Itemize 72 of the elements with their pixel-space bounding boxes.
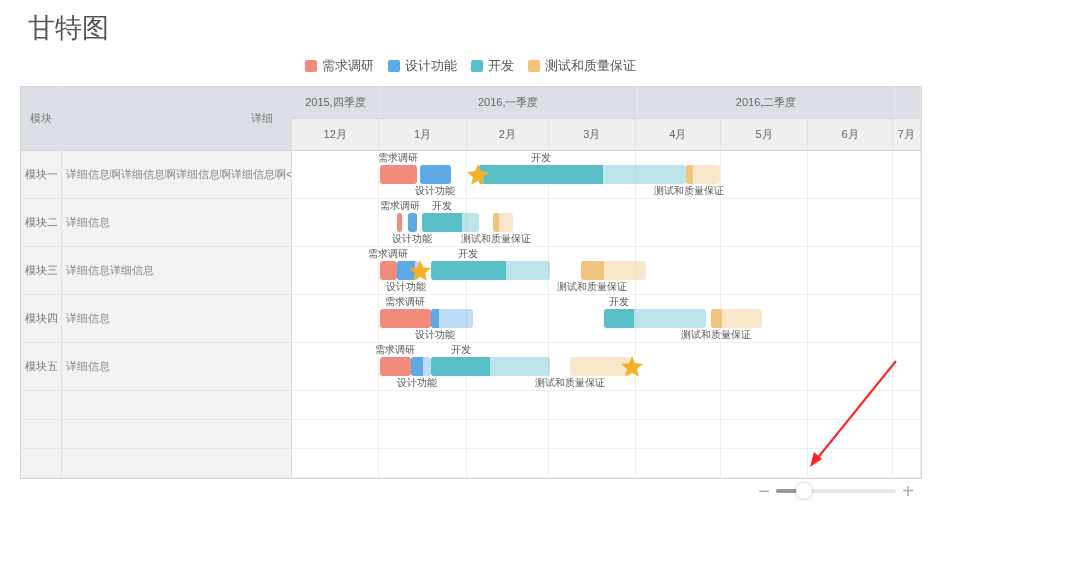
task-bar[interactable] [479,165,686,184]
task-bar[interactable] [430,357,550,376]
bar-label: 开发 [431,200,454,212]
column-header: 模块 [21,87,62,150]
task-bar[interactable] [379,165,417,184]
legend-label[interactable]: 开发 [487,57,514,75]
task-bar[interactable] [379,357,411,376]
bar-label: 设计功能 [414,329,457,341]
table-cell-text: 详细信息 [65,310,111,326]
bar-label: 开发 [530,152,553,164]
task-bar[interactable] [430,309,474,328]
bar-label: 开发 [457,248,480,260]
month-header: 3月 [548,119,637,150]
task-bar[interactable] [569,357,632,376]
bar-label: 需求调研 [367,248,410,260]
month-header: 2月 [466,119,549,150]
bar-label: 测试和质量保证 [653,185,726,197]
task-bar[interactable] [603,309,706,328]
slider-thumb[interactable] [795,483,812,499]
task-bar[interactable] [493,213,513,232]
quarter-header: 2016,二季度 [637,87,896,118]
bar-label: 测试和质量保证 [556,281,629,293]
task-bar[interactable] [422,213,479,232]
legend-label[interactable]: 设计功能 [404,57,457,75]
month-header: 4月 [636,119,721,150]
bar-label: 开发 [607,296,630,308]
quarter-header: 2015,四季度 [292,87,380,118]
table-cell-text: 详细信息 [65,214,111,230]
bar-label: 设计功能 [391,233,434,245]
bar-label: 需求调研 [384,296,427,308]
star-icon [621,356,643,377]
task-bar[interactable] [379,261,397,280]
task-bar[interactable] [411,357,431,376]
zoom-slider[interactable] [776,482,896,500]
table-cell: 模块四 [21,295,62,342]
task-bar[interactable] [430,261,550,280]
task-bar[interactable] [581,261,647,280]
task-bar[interactable] [396,213,403,232]
table-cell: 模块一 [21,151,62,198]
task-bar[interactable] [685,165,720,184]
task-bar[interactable] [379,309,431,328]
bar-label: 需求调研 [377,152,420,164]
month-header: 6月 [808,119,893,150]
bar-label: 设计功能 [395,377,438,389]
legend-label[interactable]: 需求调研 [321,57,374,75]
month-header: 7月 [892,119,921,150]
star-icon [408,260,431,281]
task-bar[interactable] [711,309,763,328]
star-icon [466,164,489,185]
legend-label[interactable]: 测试和质量保证 [544,57,636,75]
column-header: 详细 [250,111,274,126]
bar-label: 需求调研 [374,344,417,356]
table-cell-text: 详细信息啊详细信息啊详细信息啊详细信息啊< [65,166,291,182]
task-bar[interactable] [408,213,417,232]
table-cell-text: 详细信息详细信息 [65,262,155,278]
page-title: 甘特图 [28,12,109,45]
table-cell: 模块二 [21,199,62,246]
table-cell: 模块三 [21,247,62,294]
table-cell: 模块五 [21,343,62,390]
bar-label: 测试和质量保证 [533,377,606,389]
bar-label: 设计功能 [384,281,427,293]
task-bar[interactable] [419,165,451,184]
bar-label: 需求调研 [378,200,421,212]
month-header: 1月 [379,119,467,150]
month-header: 5月 [720,119,809,150]
bar-label: 测试和质量保证 [680,329,753,341]
bar-label: 测试和质量保证 [460,233,533,245]
quarter-header: 2016,一季度 [379,87,638,118]
bar-label: 开发 [449,344,472,356]
bar-label: 设计功能 [414,185,457,197]
month-header: 12月 [292,119,380,150]
table-cell-text: 详细信息 [65,358,111,374]
